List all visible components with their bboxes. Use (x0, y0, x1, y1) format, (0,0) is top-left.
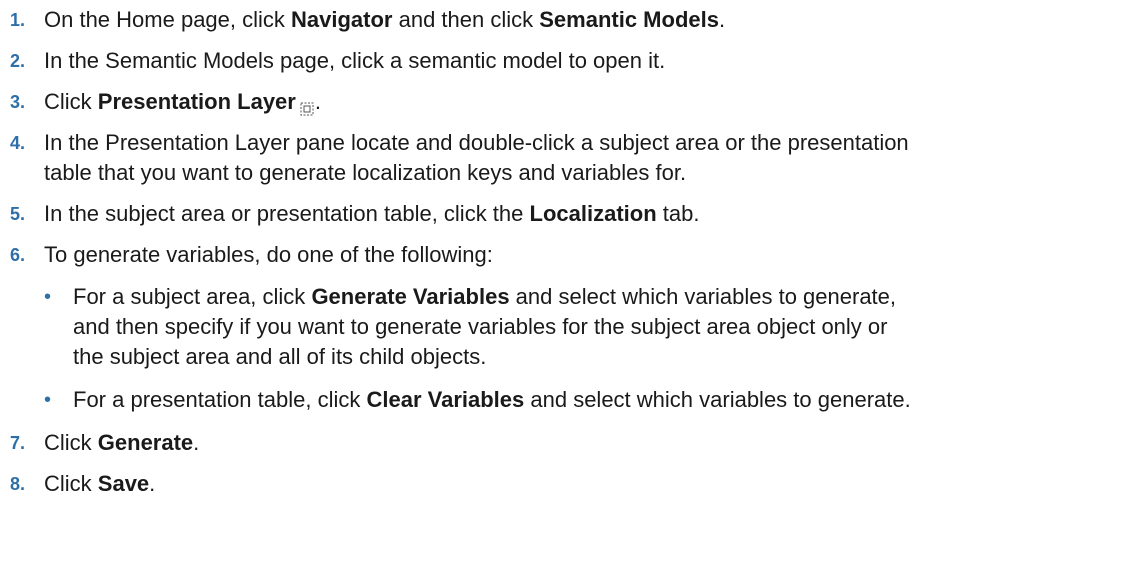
step-text: In the Semantic Models page, click a sem… (44, 48, 666, 73)
ui-term-generate-variables: Generate Variables (311, 284, 510, 309)
bullet-icon: • (44, 389, 52, 411)
step-number: 8. (10, 474, 26, 494)
sub-step-text: For a presentation table, click (73, 387, 367, 412)
ui-term-presentation-layer: Presentation Layer (97, 89, 296, 114)
step-text: . (193, 430, 200, 455)
ui-term-generate: Generate (97, 430, 194, 455)
sub-step-text: and select which variables to generate. (524, 387, 911, 412)
step-number: 3. (10, 92, 26, 112)
sub-step-line: the subject area and all of its child ob… (73, 344, 487, 369)
step-text: . (718, 7, 726, 32)
step-text: Click (44, 430, 98, 455)
sub-step-text: and select which variables to generate, (509, 284, 897, 309)
sub-step-presentation-table: • For a presentation table, click Clear … (44, 385, 1118, 415)
step-text-line: In the Presentation Layer pane locate an… (44, 130, 909, 155)
step-text: tab. (656, 201, 700, 226)
step-6: 6. To generate variables, do one of the … (0, 240, 1136, 415)
step-text: . (149, 471, 156, 496)
ui-term-clear-variables: Clear Variables (366, 387, 525, 412)
presentation-layer-icon (300, 94, 314, 116)
sub-step-text: For a subject area, click (73, 284, 312, 309)
sub-step-subject-area: • For a subject area, click Generate Var… (44, 282, 1118, 372)
sub-step-line: and then specify if you want to generate… (73, 314, 888, 339)
step-number: 6. (10, 245, 26, 265)
step-text: To generate variables, do one of the fol… (44, 242, 493, 267)
step-8: 8. Click Save. (0, 469, 1136, 499)
step-2: 2. In the Semantic Models page, click a … (0, 46, 1136, 76)
step-number: 4. (10, 133, 26, 153)
step-number: 5. (10, 204, 26, 224)
ui-term-semantic-models: Semantic Models (539, 7, 719, 32)
ui-term-localization: Localization (529, 201, 657, 226)
step-number: 7. (10, 433, 26, 453)
procedure-steps: 1. On the Home page, click Navigator and… (0, 0, 1136, 499)
step-text: Click (44, 89, 98, 114)
step-text: . (314, 89, 321, 114)
step-number: 1. (10, 10, 26, 30)
ui-term-save: Save (97, 471, 150, 496)
step-text: and then click (392, 7, 540, 32)
sub-step-line: For a subject area, click Generate Varia… (73, 282, 1118, 312)
bullet-icon: • (44, 286, 52, 308)
step-text: Click (44, 471, 98, 496)
ui-term-navigator: Navigator (291, 7, 393, 32)
step-7: 7. Click Generate. (0, 428, 1136, 458)
step-1: 1. On the Home page, click Navigator and… (0, 5, 1136, 35)
step-3: 3. Click Presentation Layer. (0, 87, 1136, 117)
step-4: 4. In the Presentation Layer pane locate… (0, 128, 1136, 188)
step-text: On the Home page, click (44, 7, 292, 32)
step-text: In the subject area or presentation tabl… (44, 201, 530, 226)
step-5: 5. In the subject area or presentation t… (0, 199, 1136, 229)
step-number: 2. (10, 51, 26, 71)
step-text-line: table that you want to generate localiza… (44, 160, 687, 185)
